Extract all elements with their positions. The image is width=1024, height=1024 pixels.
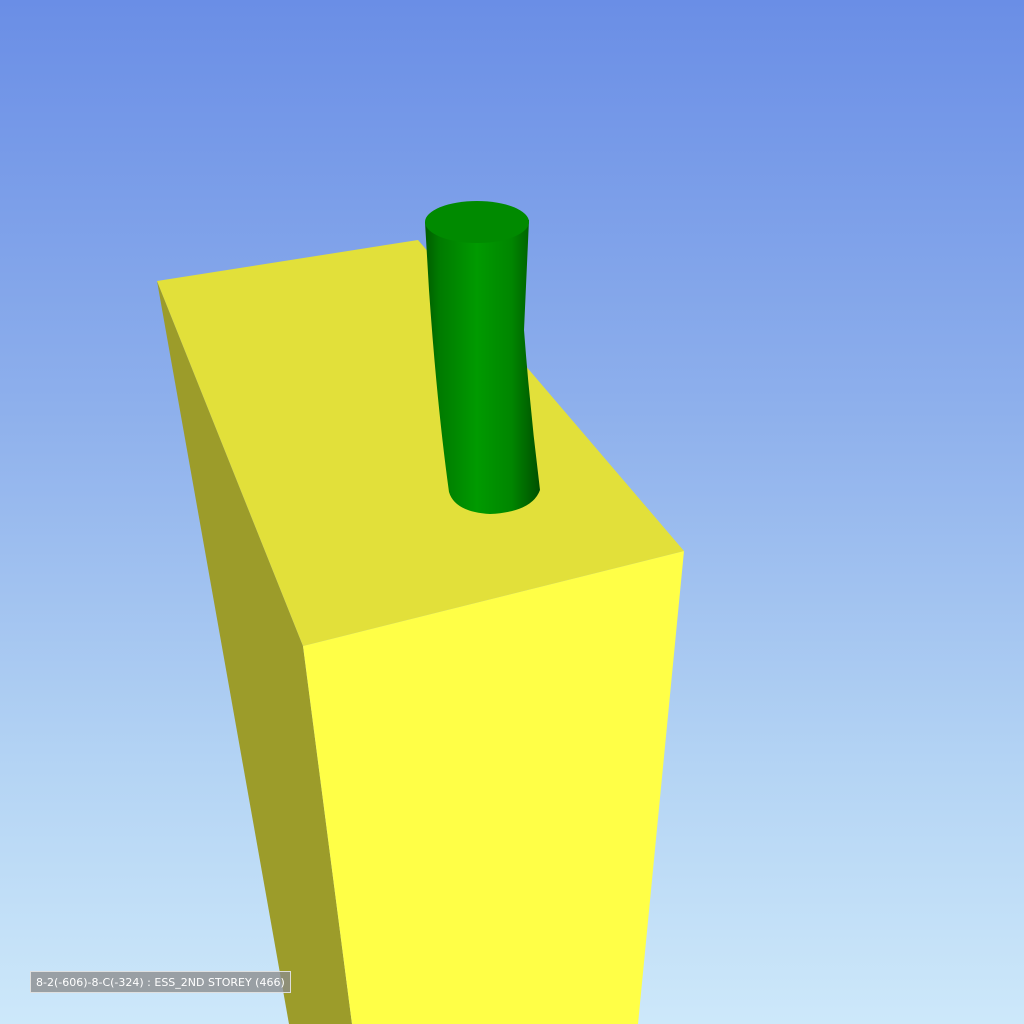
scene-canvas[interactable]: [0, 0, 1024, 1024]
status-label: 8-2(-606)-8-C(-324) : ESS_2ND STOREY (46…: [30, 971, 291, 993]
3d-viewport[interactable]: 8-2(-606)-8-C(-324) : ESS_2ND STOREY (46…: [0, 0, 1024, 1024]
yellow-box[interactable]: [157, 240, 684, 1024]
cylinder-top-cap: [425, 201, 529, 243]
